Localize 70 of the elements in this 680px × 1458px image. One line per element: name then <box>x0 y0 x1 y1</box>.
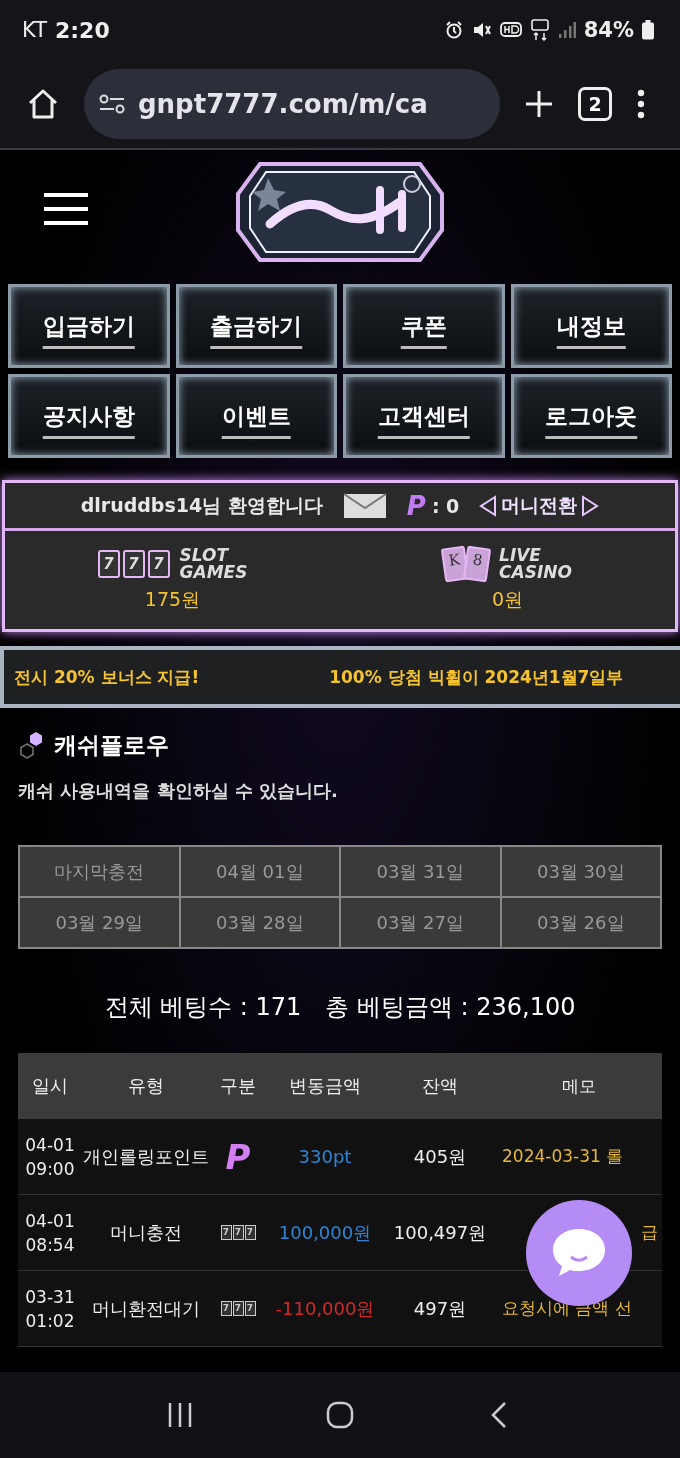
carrier: KT <box>22 18 47 42</box>
wallet-title: SLOT GAMES <box>179 547 248 581</box>
column-header: 구분 <box>219 1074 257 1098</box>
total-text: 총 베팅금액 : 236,100 <box>325 992 576 1023</box>
balance-cell-text: 100,497원 <box>392 1220 488 1245</box>
site-settings-icon[interactable] <box>98 93 126 115</box>
address-bar[interactable]: gnpt7777.com/m/ca <box>84 69 500 139</box>
date-tab[interactable]: 03월 30일 <box>500 846 661 897</box>
welcome-text: dlruddbs14님 환영합니다 <box>80 492 323 518</box>
type-cell-text: 머니충전 <box>109 1220 183 1245</box>
date-cell-text: 03-31 01:02 <box>24 1285 76 1333</box>
money-convert-button[interactable]: 머니전환 <box>479 492 600 519</box>
home-button-icon[interactable] <box>325 1400 355 1430</box>
clock: 2:20 <box>54 17 110 43</box>
network-icon <box>529 19 550 41</box>
hd-icon <box>499 21 522 39</box>
points-value: : 0 <box>431 494 460 517</box>
menu-button[interactable]: 입금하기 <box>8 284 170 368</box>
date-tab[interactable]: 03월 29일 <box>19 897 180 948</box>
battery-icon <box>642 20 654 40</box>
menu-button[interactable]: 고객센터 <box>343 374 505 458</box>
column-header: 잔액 <box>421 1074 459 1098</box>
date-tab[interactable]: 04월 01일 <box>179 846 340 897</box>
date-tab[interactable]: 03월 31일 <box>340 846 501 897</box>
amount-cell-text: 100,000원 <box>277 1220 373 1245</box>
menu-button[interactable]: 이벤트 <box>175 374 337 458</box>
section-description: 캐쉬 사용내역을 확인하실 수 있습니다. <box>18 779 339 803</box>
menu-icon[interactable] <box>44 192 88 226</box>
balance-cell-text: 405원 <box>412 1144 468 1169</box>
date-tab[interactable]: 03월 28일 <box>179 897 340 948</box>
ticker-text: 100% 당첨 빅휠이 2024년1월7일부 <box>329 665 624 689</box>
new-tab-icon[interactable] <box>524 89 554 119</box>
date-cell-text: 04-01 08:54 <box>24 1209 76 1257</box>
memo-cell-text: 급 <box>640 1221 659 1244</box>
amount-cell-text: -110,000원 <box>274 1296 376 1321</box>
wallet-amount: 175원 <box>144 587 201 612</box>
section-title: 캐쉬플로우 <box>54 731 169 760</box>
left-arrow-icon <box>479 494 498 517</box>
tab-count[interactable]: 2 <box>578 87 612 121</box>
menu-button[interactable]: 쿠폰 <box>343 284 505 368</box>
point-icon: P <box>225 1139 251 1174</box>
signal-icon <box>557 21 576 39</box>
total-text: 전체 베팅수 : 171 <box>104 992 302 1023</box>
menu-button[interactable]: 출금하기 <box>175 284 337 368</box>
date-cell-text: 04-01 09:00 <box>24 1133 76 1181</box>
ticker-text: 전시 20% 보너스 지급! <box>14 665 200 689</box>
battery-level: 84% <box>583 18 634 42</box>
points-mark: P <box>406 490 426 521</box>
wallet-amount: 0원 <box>491 587 524 612</box>
menu-button[interactable]: 공지사항 <box>8 374 170 458</box>
type-cell-text: 머니환전대기 <box>91 1296 201 1321</box>
column-header: 일시 <box>31 1074 69 1098</box>
column-header: 메모 <box>561 1074 597 1098</box>
column-header: 변동금액 <box>288 1074 362 1098</box>
home-icon[interactable] <box>26 87 60 121</box>
wallet-title: LIVE CASINO <box>499 547 572 581</box>
right-arrow-icon <box>581 494 600 517</box>
menu-button[interactable]: 로그아웃 <box>510 374 672 458</box>
type-cell: 개인롤링포인트 <box>82 1144 210 1169</box>
balance-cell-text: 497원 <box>412 1296 468 1321</box>
column-header: 유형 <box>127 1074 165 1098</box>
date-tab[interactable]: 03월 26일 <box>500 897 661 948</box>
date-tab[interactable]: 03월 27일 <box>340 897 501 948</box>
mute-icon <box>471 20 492 40</box>
memo-cell-text: 2024-03-31 롤 <box>501 1145 625 1168</box>
menu-button[interactable]: 내정보 <box>510 284 672 368</box>
more-icon[interactable] <box>636 89 646 119</box>
amount-cell-text: 330pt <box>297 1146 353 1167</box>
mail-icon[interactable] <box>342 492 387 519</box>
date-tab[interactable]: 마지막충전 <box>19 846 180 897</box>
